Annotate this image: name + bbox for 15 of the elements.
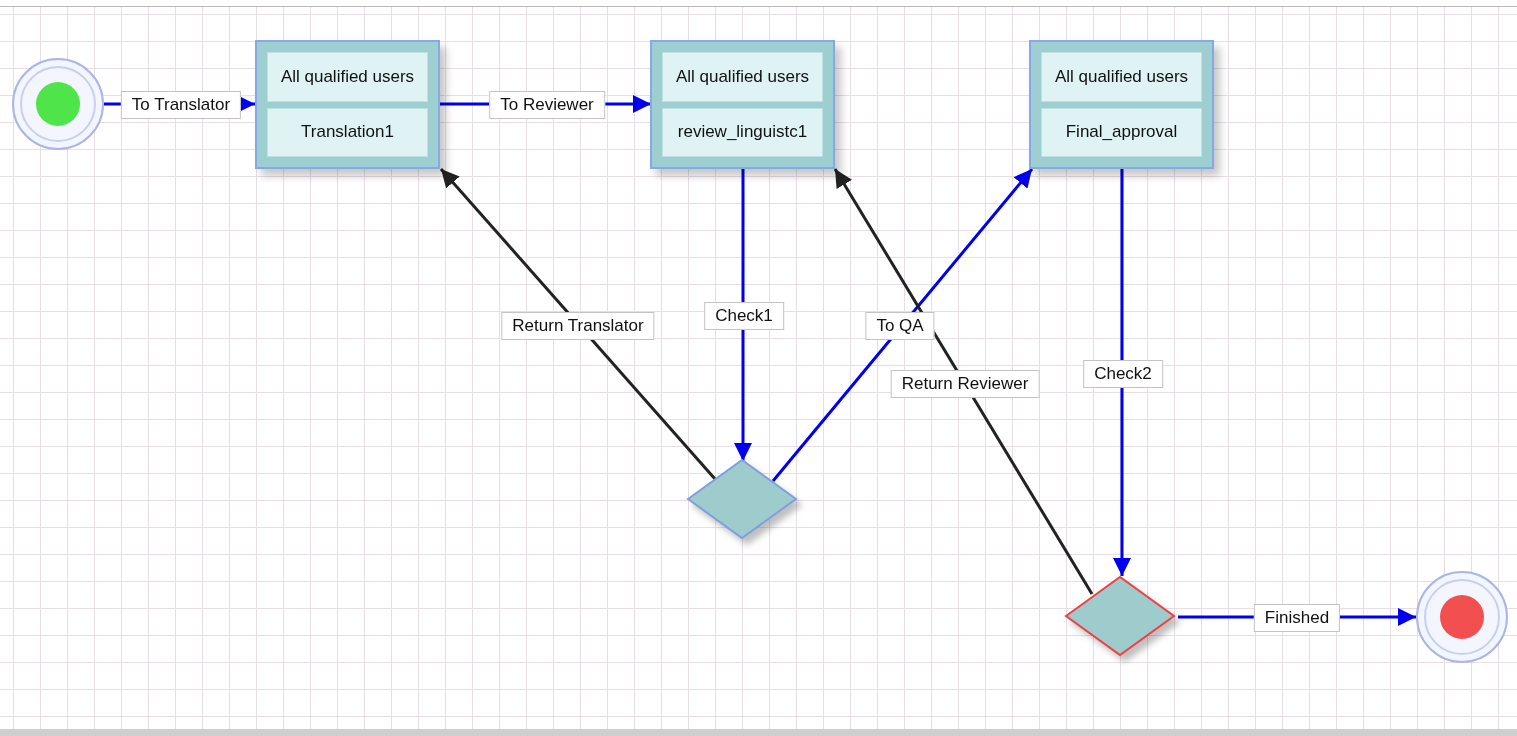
task-name: review_linguistc1 [662, 107, 823, 157]
assignee-label: All qualified users [267, 52, 428, 102]
connector-label: Check2 [1083, 360, 1163, 388]
connector-label: To Translator [120, 91, 242, 119]
connector-label: To Reviewer [489, 91, 605, 119]
assignee-label: All qualified users [1041, 52, 1202, 102]
connector-label: Return Translator [501, 312, 655, 340]
connector-label: To QA [865, 312, 935, 340]
connector-label: Finished [1253, 604, 1341, 632]
connector-label: Check1 [704, 302, 784, 330]
task-name: Final_approval [1041, 107, 1202, 157]
assignee-label: All qualified users [662, 52, 823, 102]
scroll-bar[interactable] [0, 729, 1517, 736]
connector-label: Return Reviewer [890, 370, 1040, 398]
task-name: Translation1 [267, 107, 428, 157]
